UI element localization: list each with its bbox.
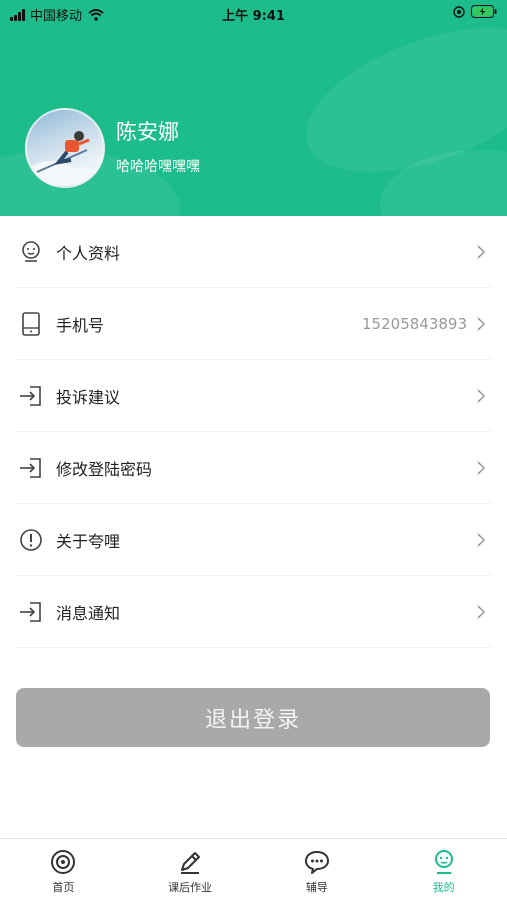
menu-item-about[interactable]: 关于夸哩 xyxy=(16,504,491,576)
status-bar: 中国移动 上午 9:41 xyxy=(0,0,507,28)
enter-icon xyxy=(20,385,41,406)
profile-header: 中国移动 上午 9:41 陈安娜 哈哈哈嘿嘿嘿 xyxy=(0,0,507,216)
enter-icon xyxy=(20,601,41,622)
chevron-right-icon xyxy=(477,388,486,403)
tab-label: 首页 xyxy=(52,881,75,894)
chevron-right-icon xyxy=(477,244,486,259)
menu-item-feedback[interactable]: 投诉建议 xyxy=(16,360,491,432)
tab-label: 课后作业 xyxy=(168,881,213,894)
tab-tutor[interactable]: 辅导 xyxy=(254,839,381,900)
tab-bar: 首页 课后作业 辅导 我的 xyxy=(0,838,507,900)
profile-icon xyxy=(434,850,453,874)
home-icon xyxy=(51,850,76,874)
tab-home[interactable]: 首页 xyxy=(0,839,127,900)
chevron-right-icon xyxy=(477,604,486,619)
face-icon xyxy=(22,240,40,262)
logout-button[interactable]: 退出登录 xyxy=(16,688,490,747)
chevron-right-icon xyxy=(477,532,486,547)
info-icon xyxy=(20,528,42,551)
menu-label: 修改登陆密码 xyxy=(56,459,153,479)
status-time: 上午 9:41 xyxy=(222,9,285,24)
menu-item-phone[interactable]: 手机号 15205843893 xyxy=(16,288,491,360)
user-name: 陈安娜 xyxy=(116,120,179,144)
enter-icon xyxy=(20,457,41,478)
menu-item-change-password[interactable]: 修改登陆密码 xyxy=(16,432,491,504)
chevron-right-icon xyxy=(477,460,486,475)
avatar[interactable] xyxy=(25,108,105,188)
phone-icon xyxy=(22,311,40,336)
menu-label: 消息通知 xyxy=(56,603,121,623)
tab-mine[interactable]: 我的 xyxy=(380,839,507,900)
menu-item-notifications[interactable]: 消息通知 xyxy=(16,576,491,648)
menu-label: 手机号 xyxy=(56,315,105,335)
tutor-icon xyxy=(304,851,329,874)
menu-label: 投诉建议 xyxy=(56,387,121,407)
tab-label: 辅导 xyxy=(305,881,328,894)
tab-label: 我的 xyxy=(432,881,455,894)
homework-icon xyxy=(181,852,201,874)
chevron-right-icon xyxy=(477,316,486,331)
phone-number: 15205843893 xyxy=(362,314,467,333)
battery-icon xyxy=(471,5,497,18)
tab-homework[interactable]: 课后作业 xyxy=(127,839,254,900)
menu-label: 个人资料 xyxy=(56,243,121,263)
menu-label: 关于夸哩 xyxy=(56,531,121,551)
orientation-lock-icon xyxy=(453,5,465,18)
settings-menu: 个人资料 手机号 15205843893 投诉建议 修改登陆密码 关于夸哩 消息… xyxy=(0,216,507,648)
user-signature: 哈哈哈嘿嘿嘿 xyxy=(116,159,200,175)
menu-item-profile[interactable]: 个人资料 xyxy=(16,216,491,288)
